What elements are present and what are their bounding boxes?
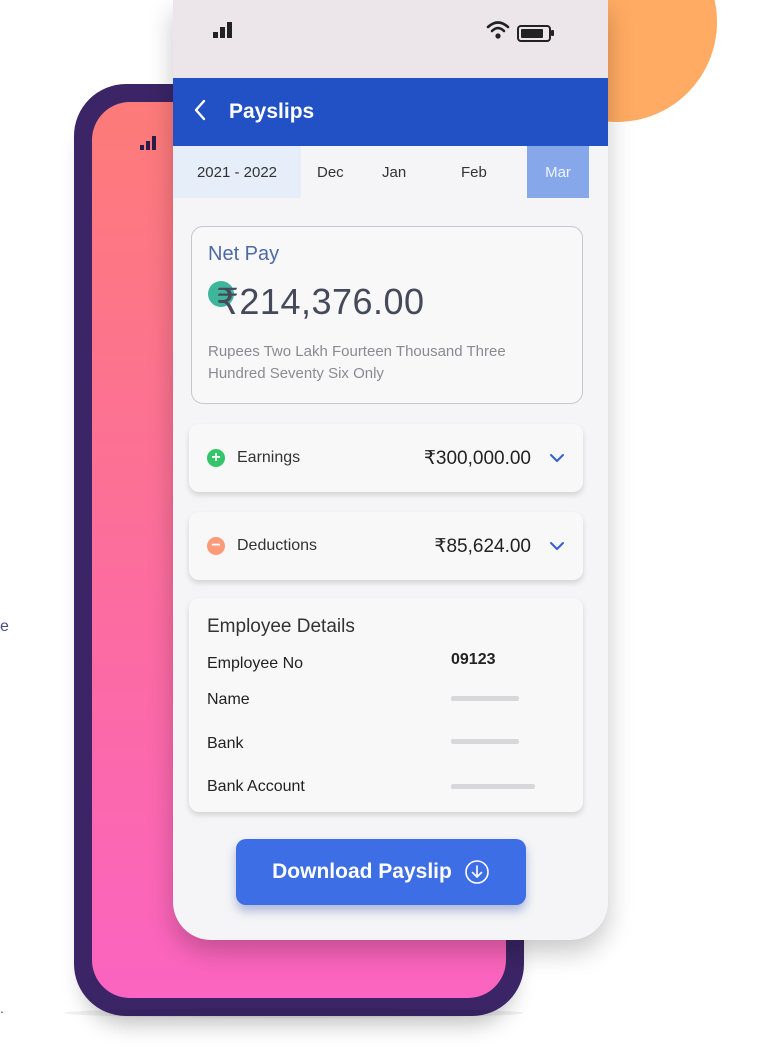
- net-pay-card: Net Pay ₹214,376.00 Rupees Two Lakh Four…: [191, 226, 583, 404]
- deductions-row[interactable]: − Deductions ₹85,624.00: [189, 512, 583, 580]
- minus-icon: −: [207, 537, 225, 555]
- download-icon: [465, 860, 489, 884]
- tab-month-dec[interactable]: Dec: [317, 146, 344, 198]
- bank-placeholder-bar: [451, 739, 519, 744]
- employee-no-value: 09123: [451, 651, 496, 668]
- tab-month-feb[interactable]: Feb: [461, 146, 487, 198]
- earnings-amount: ₹300,000.00: [423, 447, 531, 469]
- tab-year[interactable]: 2021 - 2022: [173, 146, 301, 198]
- status-bar: [173, 0, 608, 78]
- bank-account-placeholder-bar: [451, 784, 535, 789]
- net-pay-amount: ₹214,376.00: [216, 281, 425, 322]
- name-label: Name: [207, 691, 250, 708]
- page-title: Payslips: [229, 100, 315, 123]
- signal-icon: [213, 22, 232, 38]
- net-pay-label: Net Pay: [208, 243, 280, 265]
- tab-month-mar-active[interactable]: Mar: [527, 146, 589, 198]
- earnings-label: Earnings: [237, 449, 301, 466]
- app-header: Payslips: [173, 78, 608, 146]
- earnings-row[interactable]: + Earnings ₹300,000.00: [189, 424, 583, 492]
- employee-details-card: Employee Details Employee No 09123 Name …: [189, 598, 583, 812]
- deductions-amount: ₹85,624.00: [434, 535, 531, 557]
- name-placeholder-bar: [451, 696, 519, 701]
- bank-label: Bank: [207, 735, 244, 752]
- back-button[interactable]: [193, 99, 213, 125]
- download-payslip-button[interactable]: Download Payslip: [236, 839, 526, 905]
- tab-month-jan[interactable]: Jan: [382, 146, 406, 198]
- battery-icon: [517, 25, 554, 42]
- plus-icon: +: [207, 449, 225, 467]
- net-pay-in-words: Rupees Two Lakh Fourteen Thousand Three …: [208, 343, 506, 382]
- floor-shadow: [64, 1008, 524, 1018]
- wifi-icon: [486, 21, 510, 39]
- phone-screen: Payslips 2021 - 2022 Dec Jan Feb Mar Net…: [173, 0, 608, 940]
- cropped-text-fragment: .: [0, 1000, 4, 1016]
- employee-details-title: Employee Details: [207, 616, 355, 637]
- chevron-left-icon: [194, 99, 206, 121]
- download-payslip-label: Download Payslip: [272, 860, 452, 883]
- chevron-down-icon[interactable]: [549, 453, 565, 463]
- period-tabs: 2021 - 2022 Dec Jan Feb Mar: [173, 146, 608, 198]
- chevron-down-icon[interactable]: [549, 541, 565, 551]
- deductions-label: Deductions: [237, 537, 318, 554]
- bank-account-label: Bank Account: [207, 778, 305, 795]
- signal-icon: [140, 136, 156, 150]
- cropped-text-fragment: e: [0, 618, 9, 635]
- employee-no-label: Employee No: [207, 655, 304, 672]
